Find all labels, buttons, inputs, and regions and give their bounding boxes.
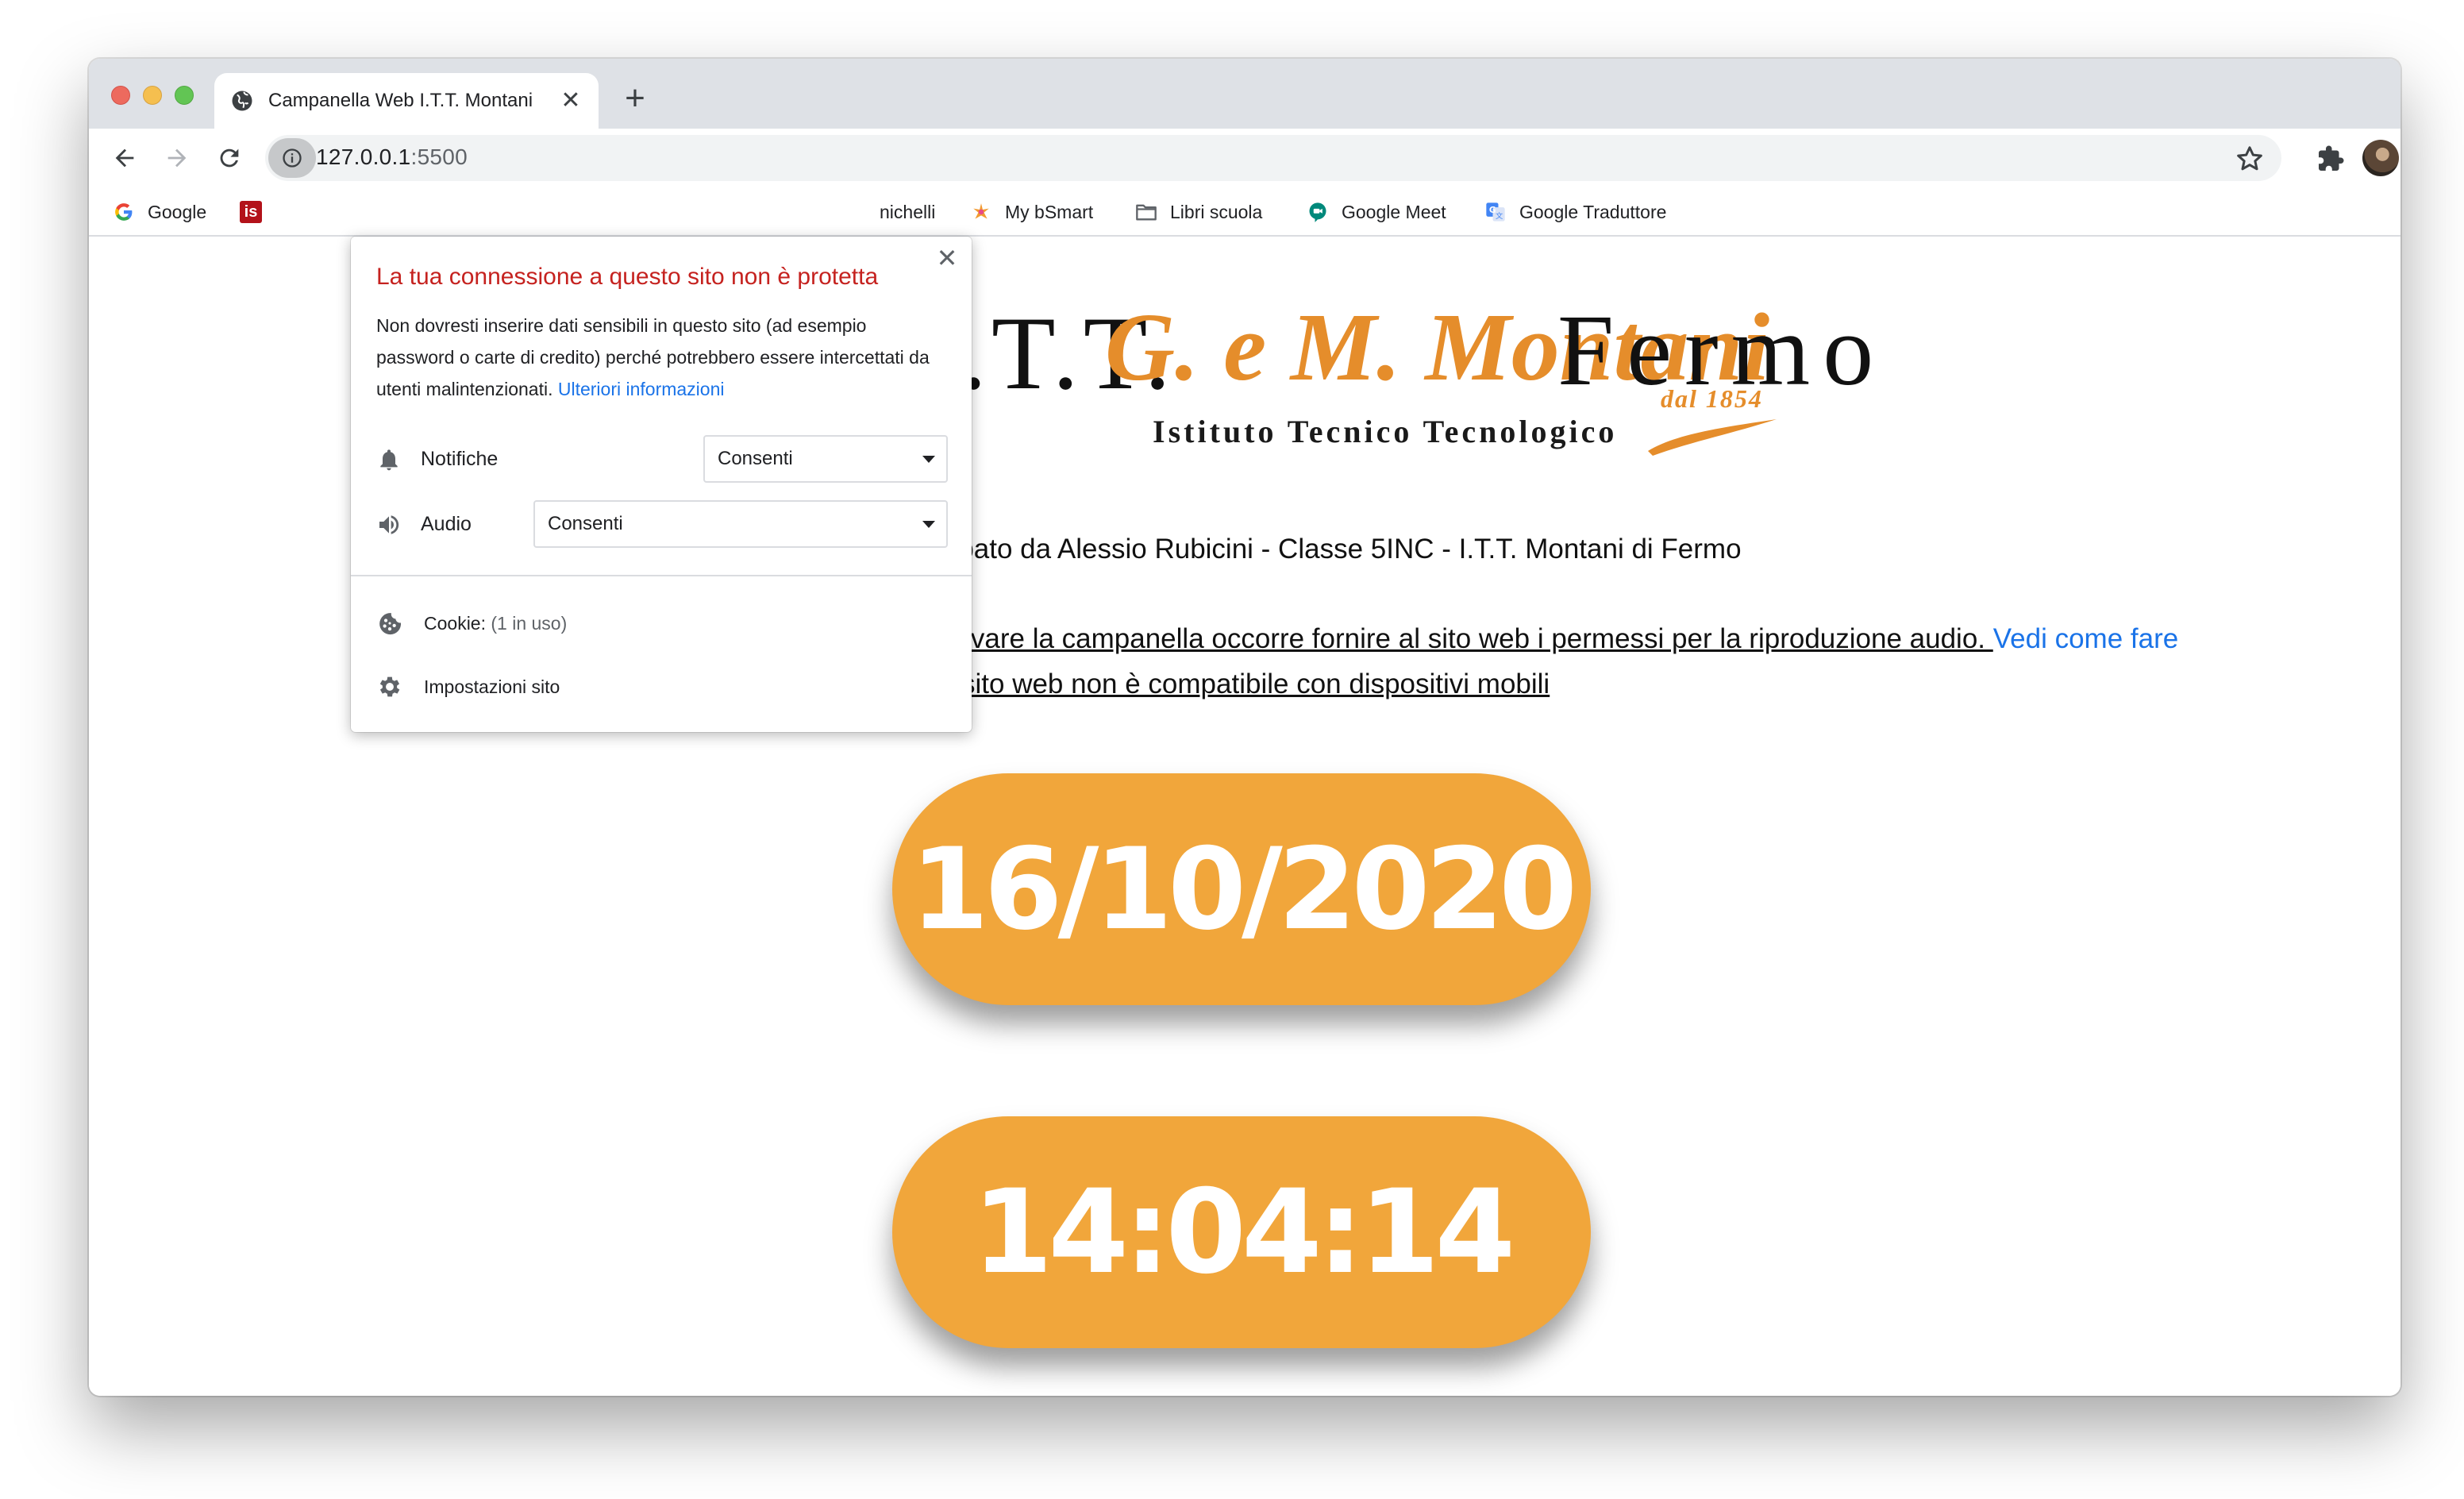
school-logo-icon: is (240, 201, 262, 223)
cookies-label: Cookie: (1 in uso) (424, 613, 567, 634)
bookmark-google[interactable]: Google (113, 197, 206, 227)
logo-swoosh (1648, 419, 1777, 456)
school-logo: I.T.T. G. e M. Montani Fermo Istituto Te… (803, 292, 2073, 456)
audio-permission-notice: Per attivare la campanella occorre forni… (883, 623, 2178, 655)
how-to-link[interactable]: Vedi come fare (1993, 623, 2178, 654)
url-text[interactable]: 127.0.0.1:5500 (316, 145, 468, 170)
audio-value: Consenti (548, 513, 623, 534)
info-icon (283, 148, 302, 168)
audio-label: Audio (421, 513, 472, 535)
toolbar: 127.0.0.1:5500 (89, 129, 2400, 187)
cookie-icon (379, 613, 402, 635)
bookmark-school[interactable]: is (240, 197, 275, 227)
google-meet-icon (1307, 201, 1329, 223)
bookmark-google-traduttore[interactable]: G文 Google Traduttore (1484, 197, 1666, 227)
bookmarks-bar: Google is nichelli My bSmart Libri scuol… (89, 187, 2400, 237)
tab-strip: Campanella Web I.T.T. Montani ✕ + (89, 59, 2400, 129)
globe-icon (232, 91, 252, 111)
bookmark-label: nichelli (880, 201, 936, 222)
star-icon[interactable] (2234, 143, 2266, 175)
time-display: 14:04:14 (892, 1116, 1591, 1348)
cookie-label-text: Cookie: (424, 613, 486, 634)
bookmark-zanichelli[interactable]: nichelli (880, 197, 935, 227)
popup-description: Non dovresti inserire dati sensibili in … (376, 310, 948, 405)
site-info-button[interactable] (268, 138, 316, 178)
site-info-popup: ✕ La tua connessione a questo sito non è… (351, 237, 972, 732)
address-bar[interactable]: 127.0.0.1:5500 (265, 135, 2281, 181)
popup-title: La tua connessione a questo sito non è p… (376, 264, 879, 290)
logo-subtitle: Istituto Tecnico Tecnologico (1153, 414, 1618, 449)
back-button[interactable] (105, 138, 144, 178)
bookmark-label: My bSmart (1005, 201, 1094, 222)
tab-close-icon[interactable]: ✕ (559, 89, 583, 113)
bookmark-my-bsmart[interactable]: My bSmart (970, 197, 1093, 227)
chevron-down-icon (922, 521, 935, 528)
notice-text: Per attivare la campanella occorre forni… (883, 623, 1993, 654)
new-tab-button[interactable]: + (616, 81, 654, 119)
date-display: 16/10/2020 (892, 773, 1591, 1005)
bookmark-libri-scuola[interactable]: Libri scuola (1135, 197, 1262, 227)
speaker-icon (379, 515, 399, 534)
bell-icon (380, 449, 398, 471)
chevron-down-icon (922, 456, 935, 463)
bookmark-label: Libri scuola (1170, 201, 1263, 222)
notifications-select[interactable]: Consenti (703, 435, 948, 483)
arrow-right-icon (167, 148, 187, 168)
arrow-left-icon (115, 148, 134, 168)
cookies-item[interactable]: Cookie: (1 in uso) (376, 607, 932, 638)
extensions-icon[interactable] (2316, 145, 2345, 173)
site-settings-item[interactable]: Impostazioni sito (376, 670, 932, 702)
google-icon (113, 201, 135, 223)
desktop-background: Campanella Web I.T.T. Montani ✕ + 127.0.… (0, 0, 2464, 1499)
permission-notifications: Notifiche Consenti (376, 435, 948, 483)
url-host: 127.0.0.1 (316, 145, 411, 169)
browser-window: Campanella Web I.T.T. Montani ✕ + 127.0.… (89, 59, 2400, 1396)
close-window-button[interactable] (111, 86, 130, 105)
gear-icon (379, 676, 400, 697)
forward-button[interactable] (157, 138, 197, 178)
minimize-window-button[interactable] (143, 86, 162, 105)
more-info-link[interactable]: Ulteriori informazioni (558, 379, 725, 399)
bookmark-label: Google (148, 201, 207, 222)
bookmark-label: Google Meet (1342, 201, 1446, 222)
tab-title: Campanella Web I.T.T. Montani (268, 90, 533, 111)
bookmark-google-meet[interactable]: Google Meet (1307, 197, 1446, 227)
popup-divider (351, 575, 972, 576)
notifications-value: Consenti (718, 448, 793, 469)
cookie-count: (1 in uso) (491, 613, 568, 634)
svg-text:文: 文 (1496, 211, 1503, 221)
site-settings-label: Impostazioni sito (424, 676, 560, 697)
bookmark-label: Google Traduttore (1519, 201, 1667, 222)
reload-icon (220, 148, 239, 168)
maximize-window-button[interactable] (175, 86, 194, 105)
bsmart-icon (970, 201, 992, 223)
audio-select[interactable]: Consenti (533, 500, 948, 548)
tab-active[interactable]: Campanella Web I.T.T. Montani ✕ (214, 73, 599, 129)
url-port: :5500 (410, 145, 468, 169)
profile-avatar[interactable] (2362, 140, 2399, 176)
folder-icon (1135, 201, 1157, 223)
google-translate-icon: G文 (1484, 201, 1507, 223)
credit-text: Sviluppato da Alessio Rubicini - Classe … (883, 534, 1742, 565)
notifications-label: Notifiche (421, 448, 499, 470)
popup-close-icon[interactable]: ✕ (935, 245, 959, 271)
permission-audio: Audio Consenti (376, 500, 948, 548)
reload-button[interactable] (210, 138, 249, 178)
